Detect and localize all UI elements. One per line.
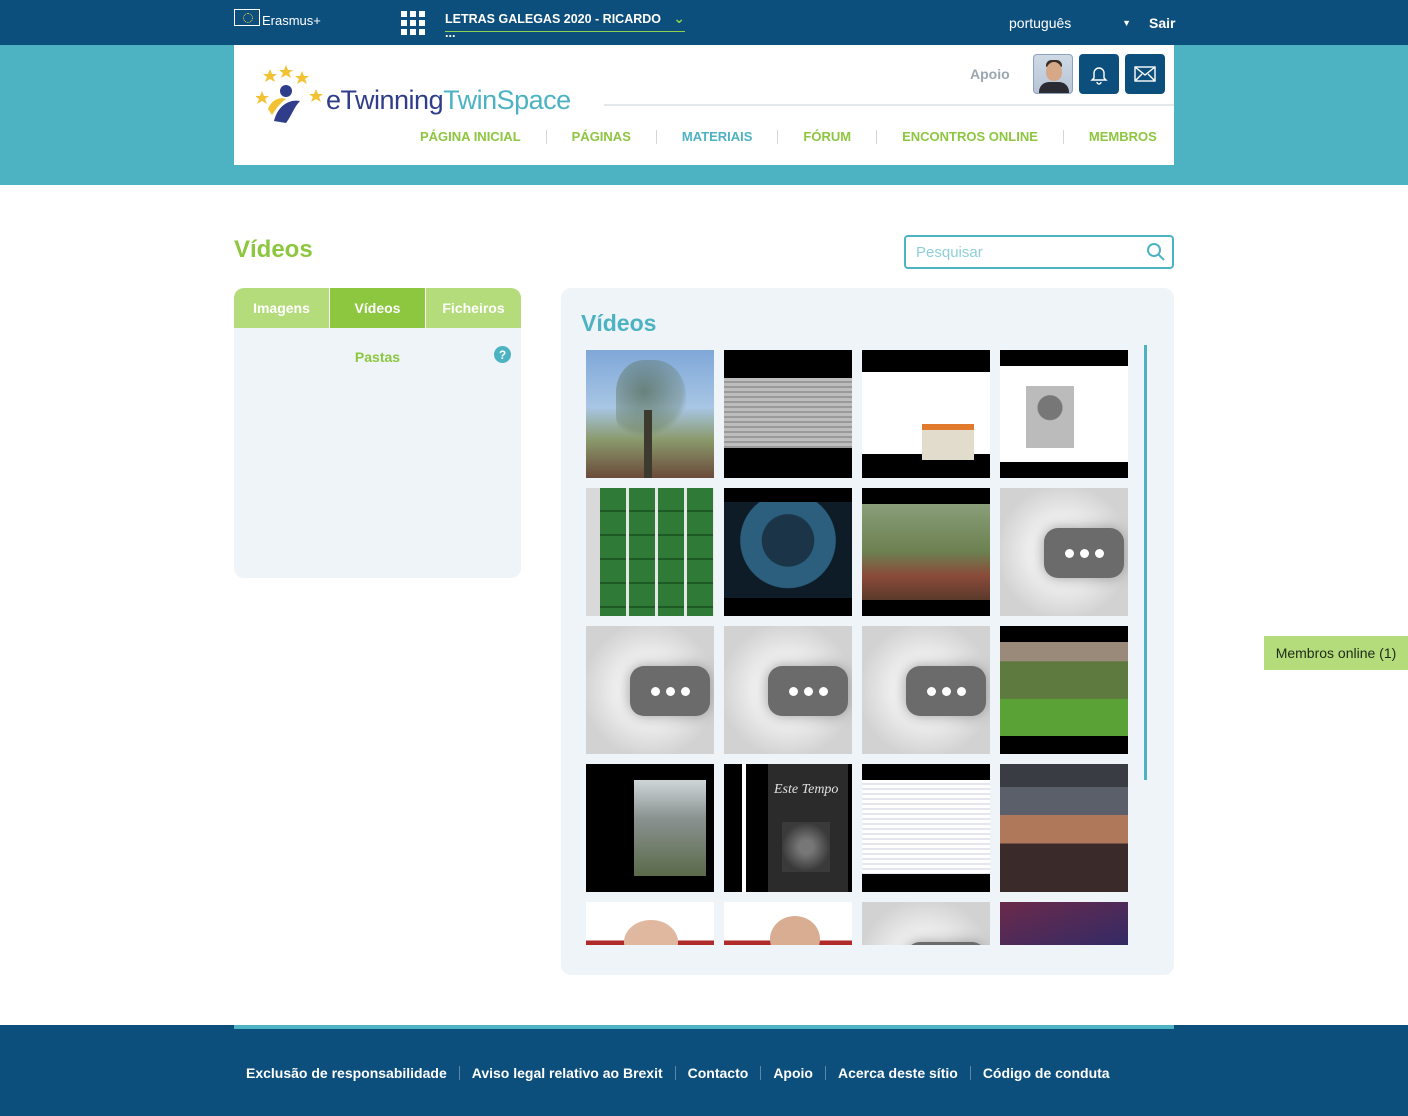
nav-home[interactable]: PÁGINA INICIAL xyxy=(420,129,521,144)
eu-flag-icon xyxy=(234,9,260,26)
etwinning-logo-icon xyxy=(256,65,323,123)
nav-divider xyxy=(604,104,1174,106)
nav-separator xyxy=(655,129,657,144)
media-tabs: Imagens Vídeos Ficheiros xyxy=(234,288,521,328)
avatar-body xyxy=(1039,82,1069,93)
processing-icon xyxy=(906,666,986,716)
processing-icon xyxy=(630,666,710,716)
video-thumbnail[interactable] xyxy=(724,350,852,478)
tab-images[interactable]: Imagens xyxy=(234,288,330,328)
nav-members[interactable]: MEMBROS xyxy=(1089,129,1157,144)
search-icon[interactable] xyxy=(1146,242,1166,262)
footer-accent-line xyxy=(234,1025,1174,1029)
language-selector[interactable]: português ▼ xyxy=(1009,15,1131,31)
video-grid-scrollbar[interactable] xyxy=(1144,345,1147,780)
video-thumbnail-processing[interactable] xyxy=(862,902,990,945)
video-thumbnail[interactable] xyxy=(724,902,852,945)
messages-button[interactable] xyxy=(1125,54,1165,94)
language-selector-label: português xyxy=(1009,15,1072,31)
processing-icon xyxy=(768,666,848,716)
tab-videos[interactable]: Vídeos xyxy=(330,288,426,328)
members-online-tab[interactable]: Membros online (1) xyxy=(1264,636,1408,670)
video-thumbnail[interactable] xyxy=(862,350,990,478)
footer-link-code-of-conduct[interactable]: Código de conduta xyxy=(971,1065,1122,1081)
logout-link[interactable]: Sair xyxy=(1149,15,1175,31)
video-thumbnail-grid xyxy=(586,350,1131,945)
notifications-button[interactable] xyxy=(1079,54,1119,94)
twinspace-selector-label: LETRAS GALEGAS 2020 - RICARDO ... xyxy=(445,12,662,40)
video-thumbnail[interactable] xyxy=(862,764,990,892)
bell-icon xyxy=(1090,67,1108,85)
erasmus-label: Erasmus+ xyxy=(262,13,321,28)
video-thumbnail[interactable] xyxy=(1000,764,1128,892)
logo-etwinning: eTwinning xyxy=(326,84,444,115)
video-thumbnail[interactable] xyxy=(1000,626,1128,754)
twinspace-selector[interactable]: LETRAS GALEGAS 2020 - RICARDO ... ⌄ xyxy=(445,10,685,40)
nav-forum[interactable]: FÓRUM xyxy=(803,129,851,144)
video-thumbnail-processing[interactable] xyxy=(1000,488,1128,616)
top-bar: Erasmus+ LETRAS GALEGAS 2020 - RICARDO .… xyxy=(0,0,1408,45)
video-thumbnail-processing[interactable] xyxy=(586,626,714,754)
help-link[interactable]: Apoio xyxy=(970,66,1010,82)
nav-separator xyxy=(876,129,878,144)
header-card: eTwinningTwinSpace Apoio PÁGINA INICIAL … xyxy=(234,45,1174,165)
video-thumbnail-processing[interactable] xyxy=(862,626,990,754)
footer-link-disclaimer[interactable]: Exclusão de responsabilidade xyxy=(234,1065,459,1081)
video-thumbnail[interactable] xyxy=(586,350,714,478)
logo-text: eTwinningTwinSpace xyxy=(326,85,571,116)
media-side-panel: Imagens Vídeos Ficheiros Pastas ? xyxy=(234,288,521,578)
footer-link-help[interactable]: Apoio xyxy=(761,1065,825,1081)
video-thumbnail[interactable] xyxy=(862,488,990,616)
processing-icon xyxy=(906,942,986,945)
video-thumbnail[interactable] xyxy=(724,764,852,892)
video-thumbnail[interactable] xyxy=(586,488,714,616)
video-thumbnail[interactable] xyxy=(586,764,714,892)
user-avatar[interactable] xyxy=(1033,54,1073,94)
video-thumbnail[interactable] xyxy=(586,902,714,945)
etwinning-logo[interactable]: eTwinningTwinSpace xyxy=(256,65,571,127)
logo-twinspace: TwinSpace xyxy=(443,84,571,115)
footer-link-brexit-notice[interactable]: Aviso legal relativo ao Brexit xyxy=(460,1065,675,1081)
caret-down-icon: ▼ xyxy=(1122,18,1131,28)
page-title: Vídeos xyxy=(234,236,313,263)
nav-materials[interactable]: MATERIAIS xyxy=(682,129,753,144)
nav-online-meetings[interactable]: ENCONTROS ONLINE xyxy=(902,129,1038,144)
footer-link-contact[interactable]: Contacto xyxy=(676,1065,761,1081)
footer-links: Exclusão de responsabilidade Aviso legal… xyxy=(234,1065,1122,1081)
nav-separator xyxy=(545,129,547,144)
video-grid-viewport xyxy=(586,350,1131,945)
footer: Exclusão de responsabilidade Aviso legal… xyxy=(0,1025,1408,1116)
nav-separator xyxy=(1062,129,1064,144)
nav-pages[interactable]: PÁGINAS xyxy=(572,129,631,144)
processing-icon xyxy=(1044,528,1124,578)
chevron-down-icon: ⌄ xyxy=(673,10,685,26)
help-icon[interactable]: ? xyxy=(494,346,511,363)
search-input[interactable] xyxy=(906,237,1136,267)
apps-grid-icon[interactable] xyxy=(401,11,425,35)
search-box xyxy=(904,235,1174,269)
avatar-head xyxy=(1046,62,1062,81)
nav-separator xyxy=(777,129,779,144)
folders-heading: Pastas xyxy=(354,349,401,365)
video-thumbnail-processing[interactable] xyxy=(724,626,852,754)
video-panel-title: Vídeos xyxy=(581,310,657,336)
video-thumbnail[interactable] xyxy=(1000,350,1128,478)
tab-files[interactable]: Ficheiros xyxy=(426,288,521,328)
video-thumbnail[interactable] xyxy=(1000,902,1128,945)
video-thumbnail[interactable] xyxy=(724,488,852,616)
main-navigation: PÁGINA INICIAL PÁGINAS MATERIAIS FÓRUM E… xyxy=(420,129,1157,144)
video-panel: Vídeos xyxy=(561,288,1174,975)
footer-link-about[interactable]: Acerca deste sítio xyxy=(826,1065,970,1081)
erasmus-brand: Erasmus+ xyxy=(234,9,321,28)
envelope-icon xyxy=(1134,66,1156,82)
